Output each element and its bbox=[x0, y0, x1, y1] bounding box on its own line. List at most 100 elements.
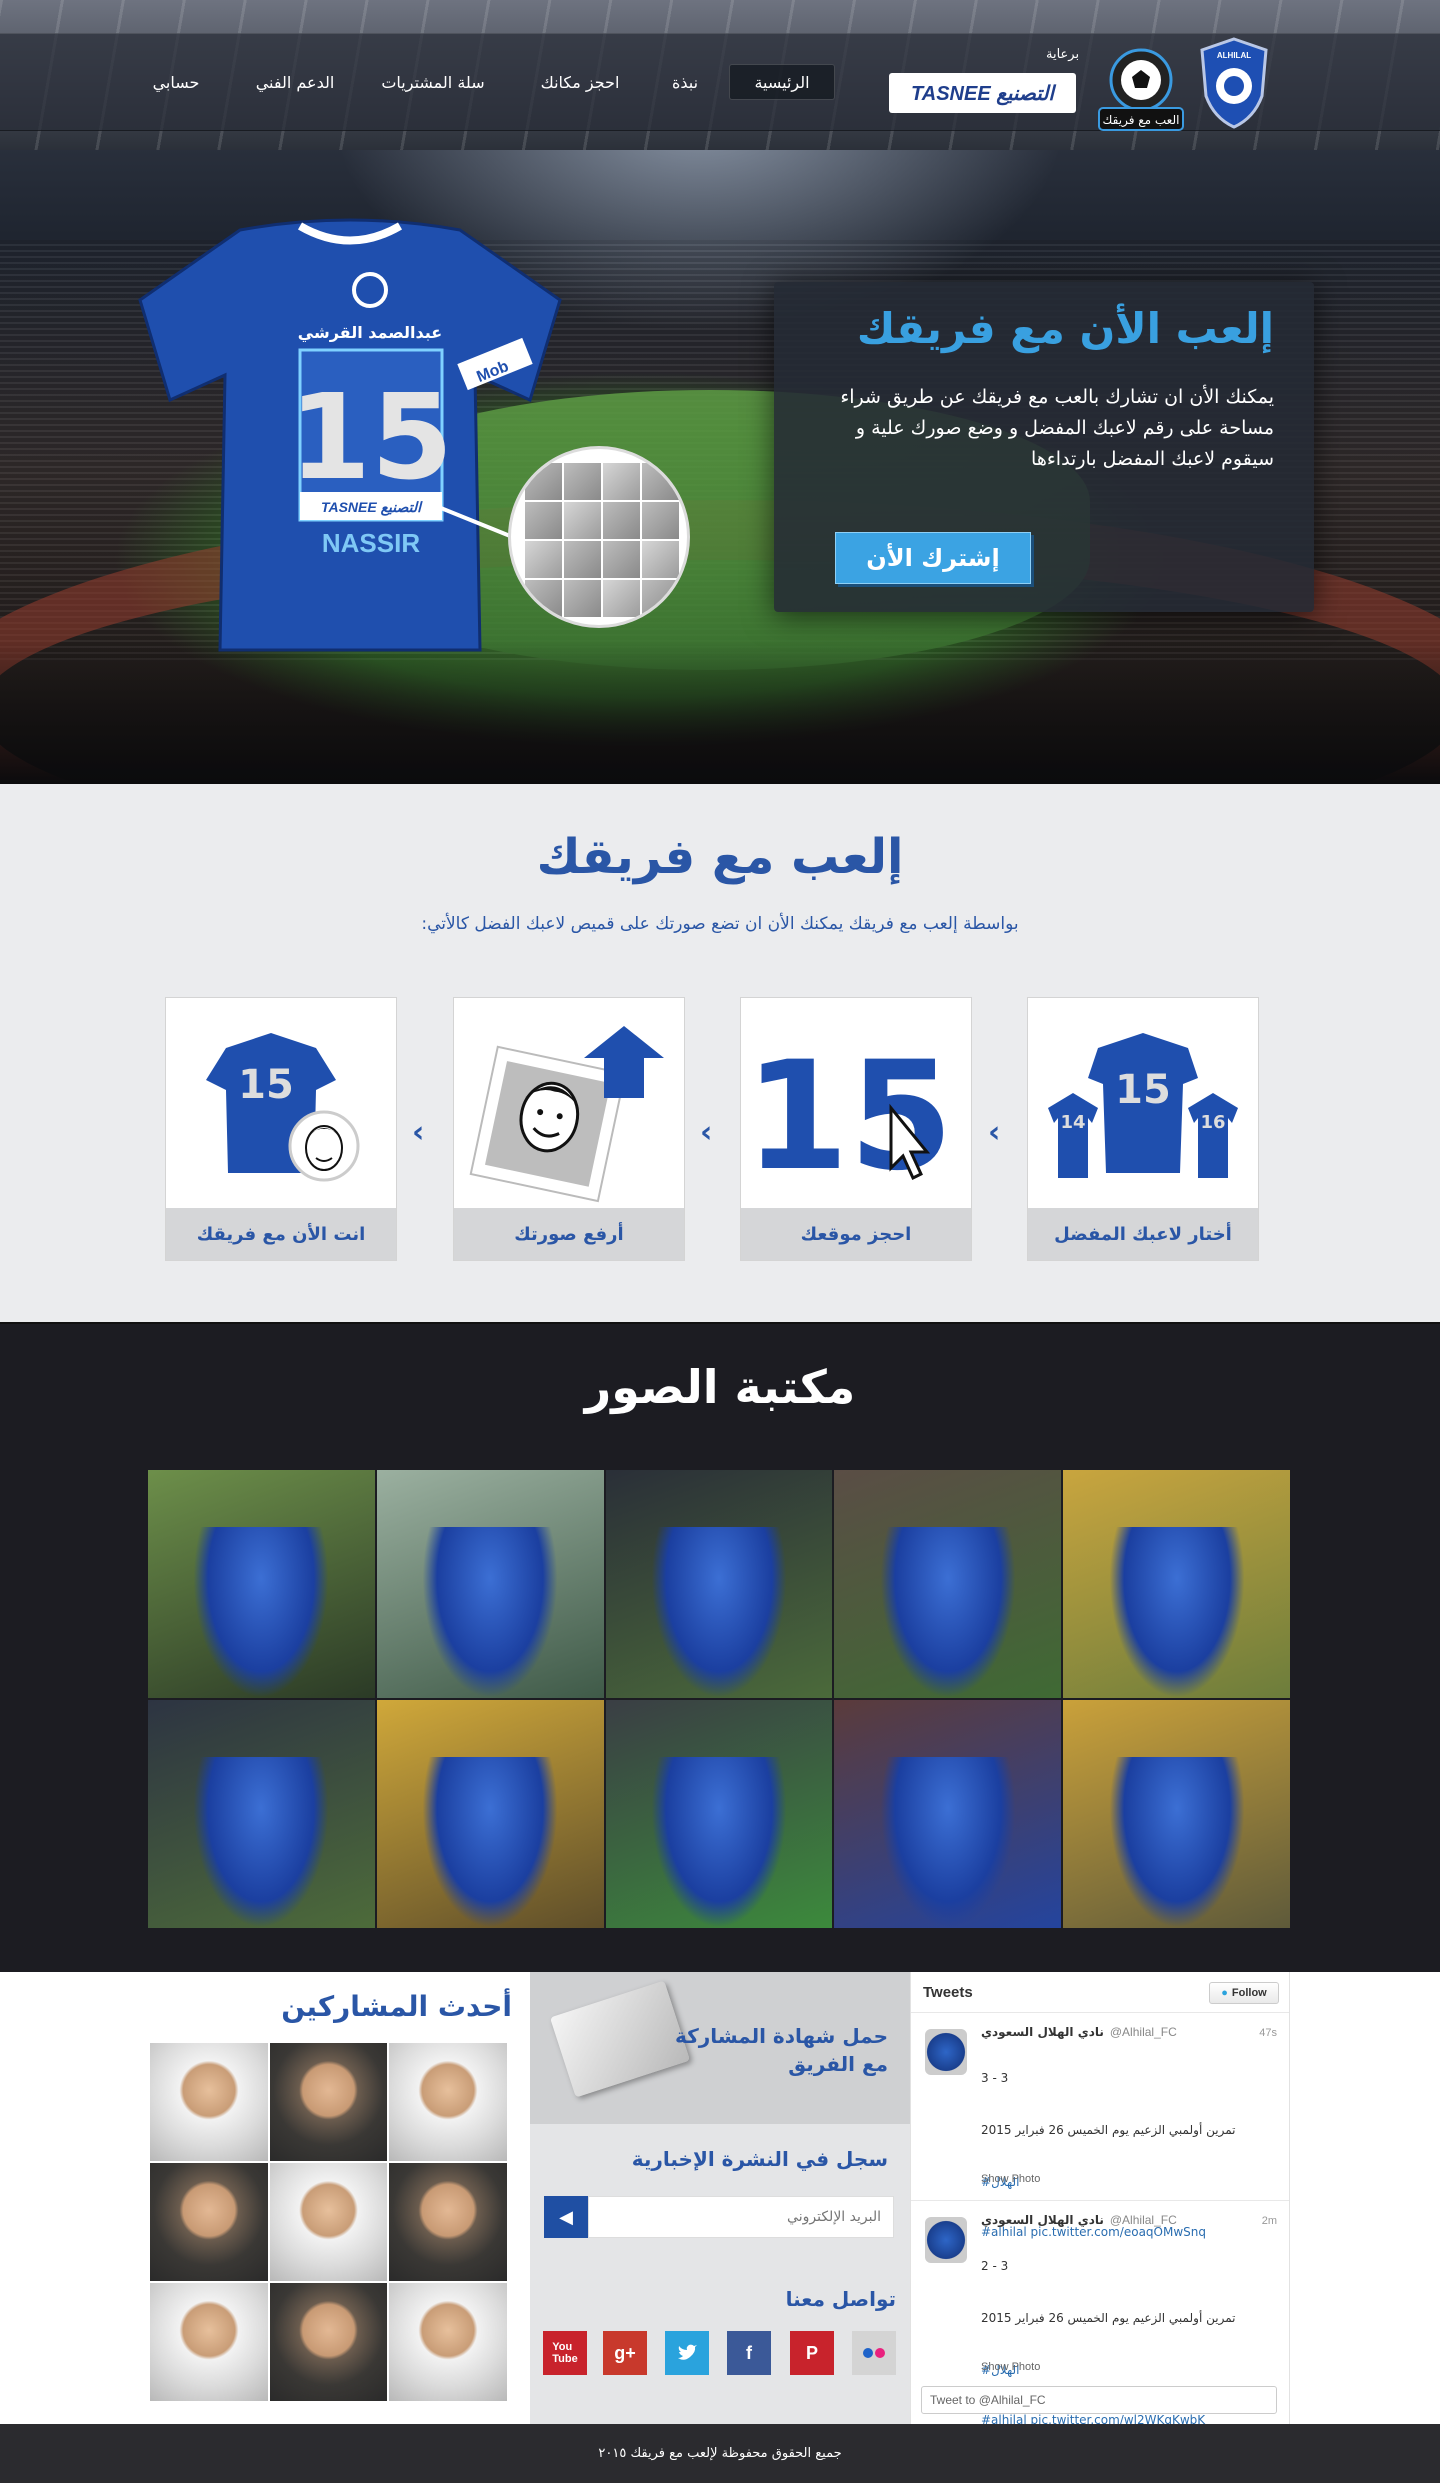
step-caption: انت الأن مع فريقك bbox=[166, 1208, 396, 1260]
gallery-photo[interactable] bbox=[376, 1700, 604, 1928]
club-logo[interactable]: ALHILAL bbox=[1196, 36, 1272, 130]
step-choose-player[interactable]: 14 16 15 أختار لاعبك المفضل bbox=[1027, 997, 1259, 1261]
tweet-author[interactable]: نادي الهلال السعودي bbox=[981, 2213, 1104, 2227]
tweet-item[interactable]: نادي الهلال السعودي @Alhilal_FC 2m 2 - 3 … bbox=[911, 2200, 1289, 2427]
gallery-photo[interactable] bbox=[148, 1470, 375, 1698]
gallery-section: مكتبة الصور bbox=[0, 1322, 1440, 1972]
jerseys-icon: 14 16 15 bbox=[1048, 1033, 1238, 1178]
tweet-author[interactable]: نادي الهلال السعودي bbox=[981, 2025, 1104, 2039]
twitter-widget: Tweets ● Follow نادي الهلال السعودي @Alhil… bbox=[910, 1972, 1290, 2427]
gallery-grid bbox=[148, 1470, 1290, 1928]
tweets-header: Tweets bbox=[923, 1984, 973, 2001]
fan-photos-circle bbox=[508, 446, 690, 628]
hero-text: يمكنك الأن ان تشارك بالعب مع فريقك عن طر… bbox=[840, 386, 1274, 470]
twitter-bird-icon: ● bbox=[1221, 1987, 1228, 1999]
sponsor-logo[interactable]: TASNEE التصنيع bbox=[889, 73, 1076, 113]
svg-text:15: 15 bbox=[745, 1030, 954, 1204]
participant-avatar[interactable] bbox=[150, 2043, 268, 2161]
google-plus-icon[interactable]: g+ bbox=[603, 2331, 647, 2375]
svg-text:NASSIR: NASSIR bbox=[322, 528, 420, 558]
twitter-icon[interactable] bbox=[665, 2331, 709, 2375]
contact-title: تواصل معنا bbox=[785, 2287, 896, 2311]
nav-cart[interactable]: سلة المشتريات bbox=[370, 64, 496, 100]
nav-book-spot[interactable]: احجز مكانك bbox=[525, 64, 635, 100]
participants-grid bbox=[150, 2043, 507, 2401]
facebook-icon[interactable]: f bbox=[727, 2331, 771, 2375]
step-caption: أرفع صورتك bbox=[454, 1208, 684, 1260]
tweet-score: 2 - 3 bbox=[981, 2259, 1009, 2273]
tweet-text: تمرين أولمبي الزعيم يوم الخميس 26 فبراير… bbox=[981, 2123, 1236, 2137]
nav-about[interactable]: نبذة bbox=[655, 64, 715, 100]
youtube-icon[interactable]: You Tube bbox=[543, 2331, 587, 2375]
certificate-download[interactable]: حمل شهادة المشاركة مع الفريق bbox=[530, 1972, 910, 2124]
newsletter-title: سجل في النشرة الإخبارية bbox=[631, 2147, 888, 2171]
sponsor-label: برعاية bbox=[1046, 47, 1080, 62]
step-book-spot[interactable]: 15 احجز موقعك bbox=[740, 997, 972, 1261]
tweet-body: 2 - 3 تمرين أولمبي الزعيم يوم الخميس 26 … bbox=[981, 2233, 1271, 2453]
participants-title: أحدث المشاركين bbox=[281, 1990, 512, 2023]
gallery-photo[interactable] bbox=[376, 1470, 604, 1698]
nav-account[interactable]: حسابي bbox=[140, 64, 212, 100]
chevron-left-icon: ‹ bbox=[988, 1115, 1001, 1150]
tweet-handle[interactable]: @Alhilal_FC bbox=[1110, 2213, 1177, 2227]
participant-avatar[interactable] bbox=[389, 2163, 507, 2281]
newsletter-submit-button[interactable]: ◀ bbox=[544, 2196, 588, 2238]
svg-text:TASNEE التصنيع: TASNEE التصنيع bbox=[321, 499, 423, 516]
follow-label: Follow bbox=[1231, 1987, 1267, 1999]
nav-support[interactable]: الدعم الفني bbox=[245, 64, 345, 100]
tweet-handle[interactable]: @Alhilal_FC bbox=[1110, 2025, 1177, 2039]
game-logo[interactable]: العب مع فريقك bbox=[1091, 40, 1191, 140]
step-caption: أختار لاعبك المفضل bbox=[1028, 1208, 1258, 1260]
flickr-icon[interactable] bbox=[852, 2331, 896, 2375]
svg-text:15: 15 bbox=[1115, 1067, 1171, 1113]
chevron-left-icon: ‹ bbox=[412, 1115, 425, 1150]
gallery-title: مكتبة الصور bbox=[584, 1360, 856, 1414]
tweet-time[interactable]: 47s bbox=[1259, 2027, 1277, 2039]
gallery-photo[interactable] bbox=[605, 1700, 833, 1928]
subscribe-now-button[interactable]: إشترك الأن bbox=[835, 532, 1031, 584]
tweet-compose-input[interactable]: Tweet to @Alhilal_FC bbox=[921, 2386, 1277, 2414]
hero-jersey: Mob عبدالصمد القرشي 15 TASNEE التصنيع NA… bbox=[138, 218, 562, 652]
tweet-avatar[interactable] bbox=[925, 2029, 967, 2075]
show-photo-link[interactable]: Show Photo bbox=[981, 2361, 1040, 2373]
participant-avatar[interactable] bbox=[389, 2283, 507, 2401]
participant-avatar[interactable] bbox=[269, 2283, 388, 2401]
show-photo-link[interactable]: Show Photo bbox=[981, 2173, 1040, 2185]
game-logo-text: العب مع فريقك bbox=[1103, 113, 1180, 128]
gallery-photo[interactable] bbox=[1063, 1470, 1290, 1698]
pinterest-icon[interactable]: P bbox=[790, 2331, 834, 2375]
nav-home[interactable]: الرئيسية bbox=[729, 64, 835, 100]
hero-title: إلعب الأن مع فريقك bbox=[856, 304, 1274, 353]
step-caption: احجز موقعك bbox=[741, 1208, 971, 1260]
how-subtitle: بواسطة إلعب مع فريقك يمكنك الأن ان تضع ص… bbox=[421, 914, 1019, 934]
number-cursor-icon: 15 bbox=[745, 1030, 954, 1204]
participant-avatar[interactable] bbox=[269, 2043, 388, 2161]
participant-avatar[interactable] bbox=[389, 2043, 507, 2161]
svg-text:15: 15 bbox=[238, 1062, 294, 1108]
svg-text:16: 16 bbox=[1200, 1112, 1225, 1133]
participant-avatar[interactable] bbox=[150, 2283, 268, 2401]
twitter-follow-button[interactable]: ● Follow bbox=[1209, 1982, 1279, 2004]
participant-avatar[interactable] bbox=[150, 2163, 268, 2281]
participant-avatar[interactable] bbox=[269, 2163, 388, 2281]
tweet-text: تمرين أولمبي الزعيم يوم الخميس 26 فبراير… bbox=[981, 2311, 1236, 2325]
hero-promo-panel: إلعب الأن مع فريقك يمكنك الأن ان تشارك ب… bbox=[774, 282, 1314, 612]
step-upload-photo[interactable]: أرفع صورتك bbox=[453, 997, 685, 1261]
gallery-photo[interactable] bbox=[148, 1700, 375, 1928]
tweet-time[interactable]: 2m bbox=[1262, 2215, 1277, 2227]
chevron-left-icon: ‹ bbox=[700, 1115, 713, 1150]
hero-fade bbox=[0, 640, 1440, 784]
svg-text:14: 14 bbox=[1060, 1112, 1085, 1133]
newsletter-email-input[interactable] bbox=[588, 2196, 894, 2238]
sponsor-logo-text: TASNEE التصنيع bbox=[911, 82, 1054, 105]
step-you-are-in[interactable]: 15 انت الأن مع فريقك bbox=[165, 997, 397, 1261]
copyright-text: جميع الحقوق محفوظة لإلعب مع فريقك ٢٠١٥ bbox=[598, 2446, 842, 2461]
gallery-photo[interactable] bbox=[834, 1700, 1062, 1928]
tweet-item[interactable]: نادي الهلال السعودي @Alhilal_FC 47s 3 - 3… bbox=[911, 2012, 1289, 2239]
gallery-photo[interactable] bbox=[605, 1470, 833, 1698]
club-logo-text: ALHILAL bbox=[1217, 51, 1251, 60]
gallery-photo[interactable] bbox=[1063, 1700, 1290, 1928]
certificate-title: حمل شهادة المشاركة مع الفريق bbox=[675, 2024, 888, 2076]
tweet-avatar[interactable] bbox=[925, 2217, 967, 2263]
gallery-photo[interactable] bbox=[834, 1470, 1062, 1698]
